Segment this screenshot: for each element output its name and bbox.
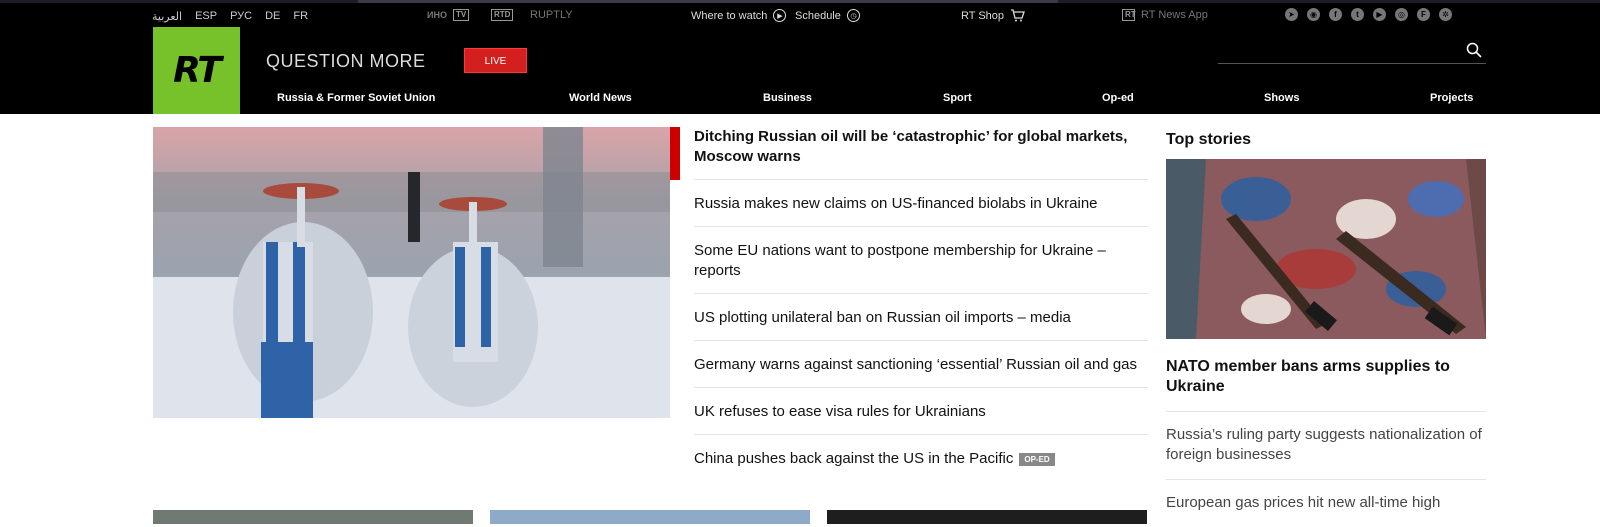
where-to-watch-link[interactable]: Where to watch ▶ bbox=[691, 9, 787, 22]
instagram-icon[interactable]: ◎ bbox=[1395, 8, 1408, 21]
nav-sport[interactable]: Sport bbox=[943, 92, 972, 104]
news-app-link[interactable]: RT RT News App bbox=[1122, 9, 1208, 21]
nav-op-ed[interactable]: Op-ed bbox=[1102, 92, 1134, 104]
youtube-icon[interactable]: ▶ bbox=[1373, 8, 1386, 21]
ruptly-label: RUPTLY bbox=[530, 9, 573, 21]
rt-shop-label: RT Shop bbox=[961, 9, 1005, 22]
lang-arabic[interactable]: العربية bbox=[152, 10, 182, 23]
rt-app-icon: RT bbox=[1122, 9, 1136, 21]
news-item[interactable]: Germany warns against sanctioning ‘essen… bbox=[694, 355, 1148, 388]
schedule-link[interactable]: Schedule ◷ bbox=[795, 9, 860, 22]
news-item[interactable]: UK refuses to ease visa rules for Ukrain… bbox=[694, 402, 1148, 435]
nav-shows[interactable]: Shows bbox=[1264, 92, 1299, 104]
schedule-label: Schedule bbox=[795, 9, 841, 22]
rumble-icon[interactable]: ✲ bbox=[1439, 8, 1452, 21]
nav-world-news[interactable]: World News bbox=[569, 92, 632, 104]
nav-russia[interactable]: Russia & Former Soviet Union bbox=[277, 92, 435, 104]
article-thumbnail[interactable] bbox=[827, 510, 1147, 524]
twitter-icon[interactable]: t bbox=[1351, 8, 1364, 21]
top-story-item[interactable]: Russia’s ruling party suggests nationali… bbox=[1166, 412, 1486, 480]
op-ed-badge: OP-ED bbox=[1019, 452, 1055, 466]
news-item[interactable]: US plotting unilateral ban on Russian oi… bbox=[694, 308, 1148, 341]
search-icon[interactable] bbox=[1466, 42, 1482, 58]
main-nav: Russia & Former Soviet Union World News … bbox=[0, 92, 1600, 106]
nav-projects[interactable]: Projects bbox=[1430, 92, 1473, 104]
nav-business[interactable]: Business bbox=[763, 92, 812, 104]
top-story-headline[interactable]: NATO member bans arms supplies to Ukrain… bbox=[1166, 357, 1486, 412]
article-thumbnail[interactable] bbox=[153, 510, 473, 524]
top-stories-title: Top stories bbox=[1166, 131, 1252, 148]
live-button[interactable]: LIVE bbox=[464, 48, 527, 73]
tagline: QUESTION MORE bbox=[266, 51, 426, 71]
top-bar: العربية ESP РУС DE FR ИНО TV RTD RUPTLY … bbox=[0, 0, 1600, 27]
flipboard-icon[interactable]: F bbox=[1417, 8, 1430, 21]
featured-indicator bbox=[670, 127, 680, 180]
clock-icon: ◷ bbox=[846, 9, 860, 22]
soldier-image bbox=[1166, 159, 1486, 339]
search-input[interactable] bbox=[1218, 63, 1486, 64]
article-thumbnail[interactable] bbox=[490, 510, 810, 524]
language-switcher: العربية ESP РУС DE FR bbox=[152, 10, 308, 23]
main-news-list: Ditching Russian oil will be ‘catastroph… bbox=[694, 127, 1148, 495]
news-headline: China pushes back against the US in the … bbox=[694, 450, 1014, 467]
inotv-link[interactable]: ИНО TV bbox=[427, 9, 470, 21]
lang-esp[interactable]: ESP bbox=[195, 10, 217, 23]
news-item[interactable]: Russia makes new claims on US-financed b… bbox=[694, 194, 1148, 227]
logo-text: RT bbox=[173, 50, 222, 91]
ruptly-link[interactable]: RUPTLY bbox=[530, 9, 573, 21]
news-app-label: RT News App bbox=[1141, 9, 1208, 21]
rtd-link[interactable]: RTD bbox=[491, 9, 514, 21]
facebook-icon[interactable]: f bbox=[1329, 8, 1342, 21]
rtd-logo-icon: RTD bbox=[491, 9, 514, 21]
rss-icon[interactable]: ◉ bbox=[1307, 8, 1320, 21]
top-stories: Top stories NATO member bans arms suppli… bbox=[1166, 127, 1486, 527]
tv-logo-icon: TV bbox=[452, 9, 470, 21]
telegram-icon[interactable]: ➤ bbox=[1285, 8, 1298, 21]
news-item[interactable]: Ditching Russian oil will be ‘catastroph… bbox=[694, 127, 1148, 180]
frozen-valves-image bbox=[153, 127, 670, 418]
news-item[interactable]: China pushes back against the US in the … bbox=[694, 449, 1148, 481]
rt-shop-link[interactable]: RT Shop bbox=[961, 9, 1025, 22]
lang-rus[interactable]: РУС bbox=[230, 10, 252, 23]
loading-progress bbox=[358, 0, 1058, 3]
top-story-image[interactable] bbox=[1166, 159, 1486, 339]
site-header: RT QUESTION MORE LIVE Russia & Former So… bbox=[0, 27, 1600, 114]
hero-image[interactable] bbox=[153, 127, 670, 418]
top-story-item[interactable]: European gas prices hit new all-time hig… bbox=[1166, 480, 1486, 527]
lang-fr[interactable]: FR bbox=[293, 10, 308, 23]
cart-icon bbox=[1011, 9, 1025, 22]
lang-de[interactable]: DE bbox=[265, 10, 280, 23]
inotv-label: ИНО bbox=[427, 10, 447, 20]
social-links: ➤ ◉ f t ▶ ◎ F ✲ bbox=[1285, 8, 1452, 21]
news-item[interactable]: Some EU nations want to postpone members… bbox=[694, 241, 1148, 294]
play-icon: ▶ bbox=[773, 9, 787, 22]
where-to-watch-label: Where to watch bbox=[691, 9, 768, 22]
